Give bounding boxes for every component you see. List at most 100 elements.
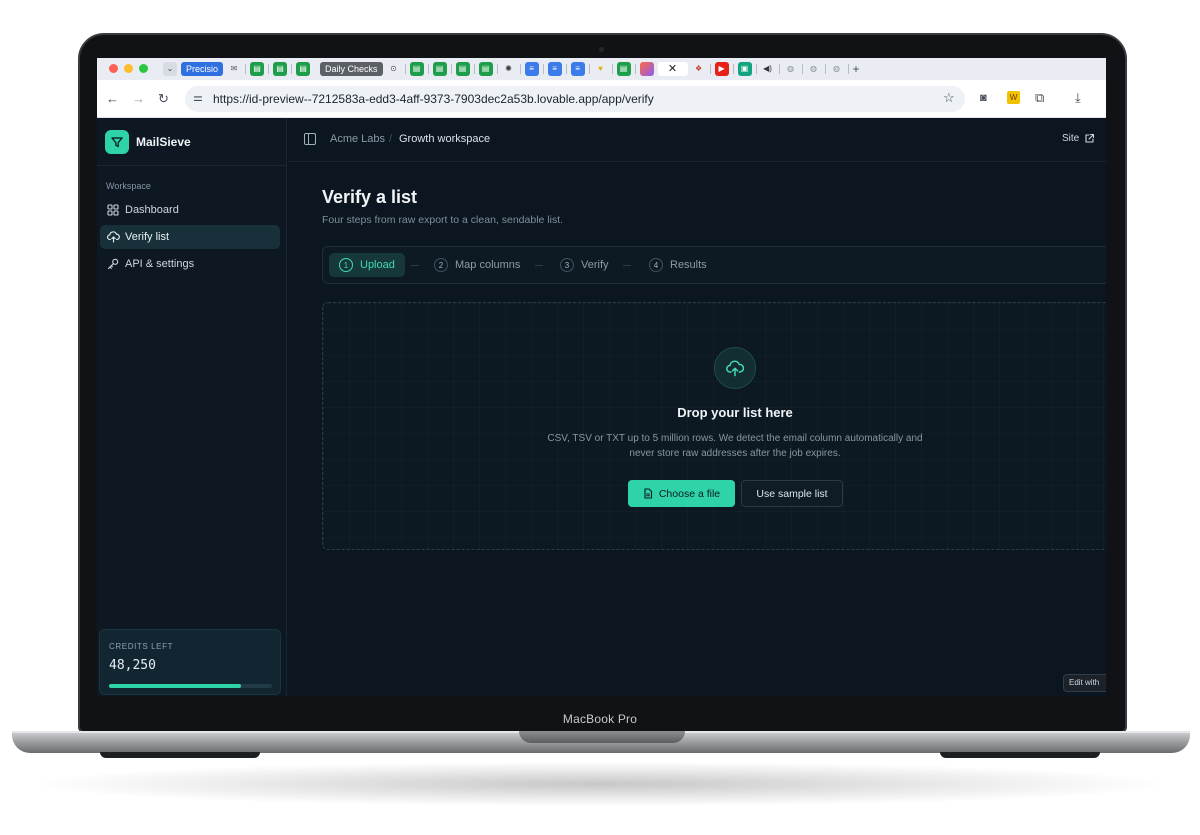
bookmark-star-icon[interactable]: ☆ [943,89,955,107]
brand: MailSieve [97,118,287,166]
edit-with-badge[interactable]: Edit with [1063,674,1106,692]
tab-separator [291,64,293,74]
sheets-icon[interactable]: ▤ [455,62,470,76]
step-number: 4 [649,258,663,272]
globe-icon[interactable]: ◍ [784,62,798,76]
browser-tabbar: ⌄ Precisio ✉ ▤ ▤ ▤ Daily Checks ⊙ ▤ ▤ ▤ … [97,58,1106,80]
sidebar-item-api-settings[interactable]: API & settings [100,252,280,276]
breadcrumb-workspace[interactable]: Growth workspace [399,133,490,145]
sidebar-item-dashboard[interactable]: Dashboard [100,198,280,222]
tab-icon[interactable]: ▣ [737,62,752,76]
tab-separator [268,64,270,74]
sheets-icon[interactable]: ▤ [296,62,311,76]
sidebar-item-label: API & settings [125,258,195,270]
tab-separator [588,64,590,74]
laptop-shadow [40,762,1160,806]
minimize-window-button[interactable] [124,64,133,73]
forward-arrow-icon[interactable]: → [132,90,145,108]
site-link[interactable]: Site [1062,133,1095,144]
breadcrumb-organization[interactable]: Acme Labs [330,133,385,145]
tab-search-icon[interactable]: ⌄ [163,62,177,76]
file-dropzone[interactable]: Drop your list here CSV, TSV or TXT up t… [322,302,1106,550]
tab-strip: ⌄ Precisio ✉ ▤ ▤ ▤ Daily Checks ⊙ ▤ ▤ ▤ … [163,60,860,78]
site-settings-icon[interactable]: ⚌ [193,91,203,104]
back-arrow-icon[interactable]: ← [106,90,119,108]
screen: ⌄ Precisio ✉ ▤ ▤ ▤ Daily Checks ⊙ ▤ ▤ ▤ … [97,58,1106,696]
credits-value: 48,250 [109,658,156,673]
openai-icon[interactable]: ✺ [502,62,516,76]
page-title: Verify a list [322,187,418,207]
step-results[interactable]: 4 Results [649,253,707,277]
step-verify[interactable]: 3 Verify [560,253,609,277]
tab-separator [709,64,711,74]
tab-icon[interactable]: ❖ [692,62,706,76]
globe-icon[interactable]: ◍ [807,62,821,76]
choose-file-label: Choose a file [658,487,721,500]
laptop-foot [100,752,260,758]
step-label: Upload [360,259,395,271]
maximize-window-button[interactable] [139,64,148,73]
page-subtitle: Four steps from raw export to a clean, s… [322,214,564,226]
tab-separator [634,64,636,74]
tab-separator [542,64,544,74]
gmail-icon[interactable]: ✉ [227,62,241,76]
docs-icon[interactable]: ≡ [547,62,562,76]
choose-file-button[interactable]: Choose a file [628,480,735,507]
key-icon [106,257,120,271]
audio-icon[interactable]: ◀) [761,62,775,76]
sidebar-item-verify-list[interactable]: Verify list [100,225,280,249]
tab-separator [732,64,734,74]
use-sample-list-button[interactable]: Use sample list [741,480,843,507]
tab-separator [450,64,452,74]
brand-name: MailSieve [136,135,191,149]
close-window-button[interactable] [109,64,118,73]
sheets-icon[interactable]: ▤ [616,62,631,76]
download-icon[interactable]: ⤓ [1075,89,1081,107]
tab-separator [778,64,780,74]
tab-separator [496,64,498,74]
sidebar-item-label: Verify list [125,231,170,243]
url-text[interactable]: https://id-preview--7212583a-edd3-4aff-9… [213,92,654,106]
reload-icon[interactable]: ↻ [158,90,169,108]
sheets-icon[interactable]: ▤ [273,62,288,76]
youtube-icon[interactable]: ▶ [714,62,729,76]
tab-group-precisio[interactable]: Precisio [181,62,224,76]
tab-separator [404,64,406,74]
sheets-icon[interactable]: ▤ [409,62,424,76]
credits-card: CREDITS LEFT 48,250 [99,629,281,695]
stepper: 1 Upload 2 Map columns 3 Verify 4 Result… [322,246,1106,284]
lovable-icon[interactable] [639,62,654,76]
extension-icon[interactable]: W [1007,91,1020,104]
tab-separator [245,64,247,74]
sidebar-toggle-icon[interactable] [304,133,316,145]
sheets-icon[interactable]: ▤ [432,62,447,76]
credits-label: CREDITS LEFT [109,642,174,651]
docs-icon[interactable]: ≡ [570,62,585,76]
tab-separator [801,64,803,74]
step-upload[interactable]: 1 Upload [329,253,405,277]
tab-separator [611,64,613,74]
camera-icon[interactable]: ◙ [980,89,987,107]
tab-group-daily-checks[interactable]: Daily Checks [320,62,383,76]
new-tab-icon[interactable]: + [853,62,860,76]
globe-icon[interactable]: ◍ [830,62,844,76]
link-icon[interactable]: ⊙ [387,62,401,76]
extensions-puzzle-icon[interactable]: ⧉ [1035,89,1044,107]
step-number: 2 [434,258,448,272]
active-tab-close-icon[interactable]: ✕ [657,62,688,76]
step-number: 3 [560,258,574,272]
bulb-icon[interactable]: ♥ [594,62,608,76]
docs-icon[interactable]: ≡ [524,62,539,76]
camera-dot [599,47,604,52]
laptop-hinge-notch [519,731,685,743]
sheets-icon[interactable]: ▤ [478,62,493,76]
cloud-upload-icon [106,230,120,244]
step-label: Verify [581,259,609,271]
address-bar[interactable]: ⚌ https://id-preview--7212583a-edd3-4aff… [185,86,965,112]
site-link-label: Site [1062,133,1080,144]
step-connector [535,265,543,266]
sheets-icon[interactable]: ▤ [250,62,265,76]
step-map-columns[interactable]: 2 Map columns [434,253,520,277]
dropzone-title: Drop your list here [677,405,793,420]
tab-separator [847,64,849,74]
